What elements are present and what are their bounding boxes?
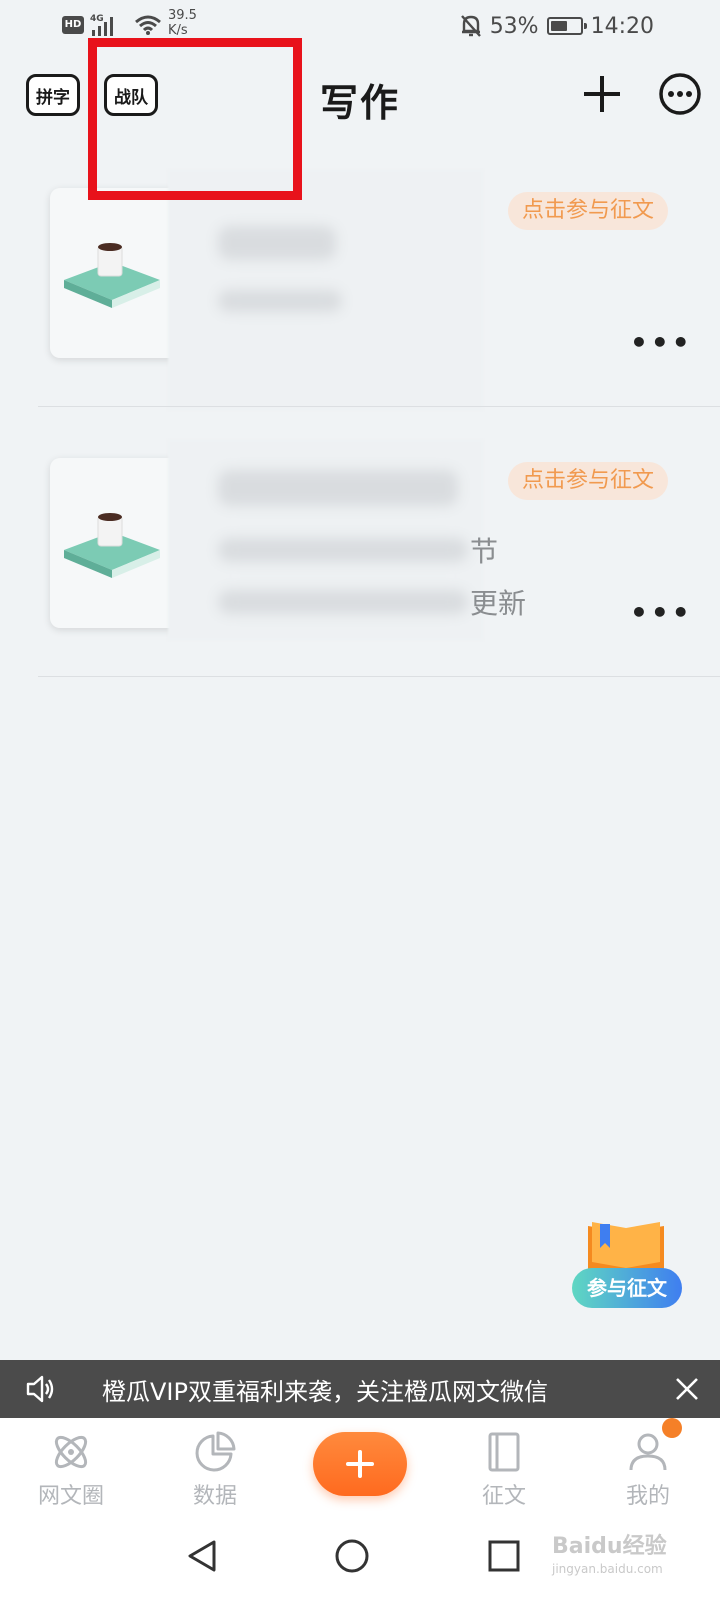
book-coffee-icon — [64, 513, 160, 578]
card-more-icon[interactable]: ••• — [630, 596, 693, 629]
add-icon[interactable] — [578, 70, 626, 118]
nav-label: 征文 — [481, 1484, 526, 1509]
work-card[interactable]: 点击参与征文 ••• — [0, 170, 720, 440]
divider — [38, 406, 720, 407]
open-book-icon — [588, 1222, 664, 1274]
join-contest-badge[interactable]: 点击参与征文 — [508, 192, 669, 230]
recents-icon[interactable] — [486, 1538, 522, 1574]
blurred-work-info — [168, 170, 483, 410]
nav-item-wode[interactable]: 我的 — [603, 1430, 693, 1510]
book-coffee-icon — [64, 243, 160, 308]
wifi-icon — [135, 15, 161, 35]
page-title: 写作 — [320, 81, 401, 125]
work-card[interactable]: 节 更新 点击参与征文 ••• — [0, 440, 720, 710]
speaker-icon — [26, 1375, 54, 1403]
notice-text: 橙瓜VIP双重福利来袭，关注橙瓜网文微信 — [102, 1378, 548, 1406]
status-bar: HD 4G 39.5 K/s 53% 14:20 — [0, 0, 720, 52]
signal-icon: 4G — [90, 14, 113, 36]
plus-icon — [346, 1450, 374, 1478]
pinzi-button[interactable]: 拼字 — [26, 74, 80, 116]
notification-dot — [662, 1418, 682, 1438]
network-type: 4G — [90, 14, 104, 24]
work-cover — [50, 188, 182, 358]
nav-item-wangwen[interactable]: 网文圈 — [26, 1430, 116, 1510]
work-info-fragment: 节 — [470, 535, 499, 568]
join-contest-badge[interactable]: 点击参与征文 — [508, 462, 669, 500]
nav-label: 我的 — [625, 1484, 670, 1509]
work-info-fragment: 更新 — [470, 587, 527, 620]
create-work-button[interactable] — [313, 1432, 407, 1496]
mute-bell-icon — [460, 15, 481, 37]
card-more-icon[interactable]: ••• — [630, 326, 693, 359]
pie-chart-icon — [195, 1431, 236, 1472]
blurred-work-info — [168, 440, 483, 640]
atom-icon — [54, 1435, 88, 1469]
zhandui-button[interactable]: 战队 — [104, 74, 158, 116]
home-icon[interactable] — [334, 1538, 370, 1574]
notice-banner[interactable]: 橙瓜VIP双重福利来袭，关注橙瓜网文微信 — [0, 1360, 720, 1418]
battery-percent: 53% — [489, 13, 539, 39]
nav-item-zhengwen[interactable]: 征文 — [459, 1430, 549, 1510]
join-contest-float-button[interactable]: 参与征文 — [568, 1218, 686, 1318]
close-icon[interactable] — [674, 1376, 700, 1402]
more-options-icon[interactable] — [656, 70, 704, 118]
battery-icon — [546, 17, 587, 35]
network-speed: 39.5 K/s — [168, 8, 197, 38]
work-cover — [50, 458, 182, 628]
user-icon — [629, 1433, 667, 1471]
baidu-watermark: Baidu经验 jingyan.baidu.com — [552, 1534, 667, 1576]
bottom-nav: 网文圈 数据 征文 我的 — [0, 1418, 720, 1518]
back-icon[interactable] — [184, 1538, 220, 1574]
divider — [38, 676, 720, 677]
hd-badge: HD — [62, 16, 84, 34]
nav-item-shuju[interactable]: 数据 — [170, 1430, 260, 1510]
nav-label: 网文圈 — [37, 1484, 104, 1509]
book-icon — [488, 1432, 520, 1472]
join-contest-label: 参与征文 — [572, 1268, 682, 1308]
nav-label: 数据 — [192, 1484, 237, 1509]
header: 拼字 战队 写作 — [0, 52, 720, 140]
clock: 14:20 — [590, 13, 654, 39]
